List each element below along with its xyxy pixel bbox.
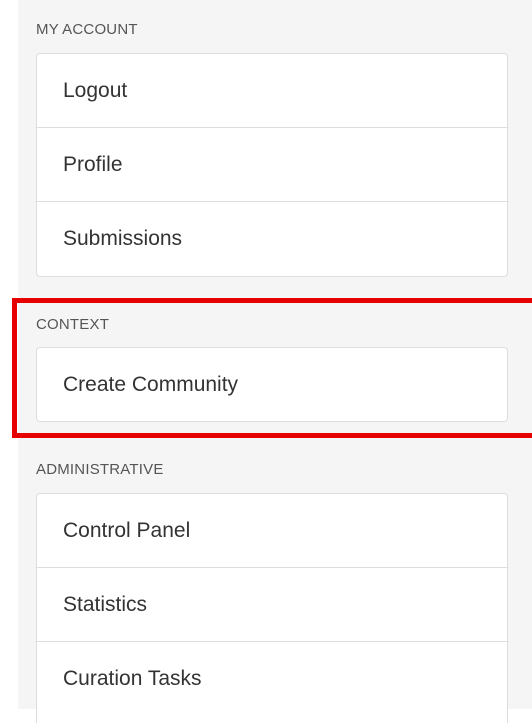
section-heading-administrative: ADMINISTRATIVE — [36, 461, 164, 478]
section-heading-my-account: MY ACCOUNT — [36, 21, 138, 38]
menu-item-profile[interactable]: Profile — [37, 127, 507, 201]
administrative-menu: Control Panel Statistics Curation Tasks — [36, 493, 508, 723]
menu-item-create-community[interactable]: Create Community — [37, 348, 507, 421]
section-heading-context: CONTEXT — [36, 316, 110, 333]
menu-item-control-panel[interactable]: Control Panel — [37, 494, 507, 567]
menu-item-logout[interactable]: Logout — [37, 54, 507, 127]
menu-item-submissions[interactable]: Submissions — [37, 201, 507, 275]
context-menu: Create Community — [36, 347, 508, 422]
menu-item-curation-tasks[interactable]: Curation Tasks — [37, 641, 507, 715]
menu-item-statistics[interactable]: Statistics — [37, 567, 507, 641]
my-account-menu: Logout Profile Submissions — [36, 53, 508, 277]
